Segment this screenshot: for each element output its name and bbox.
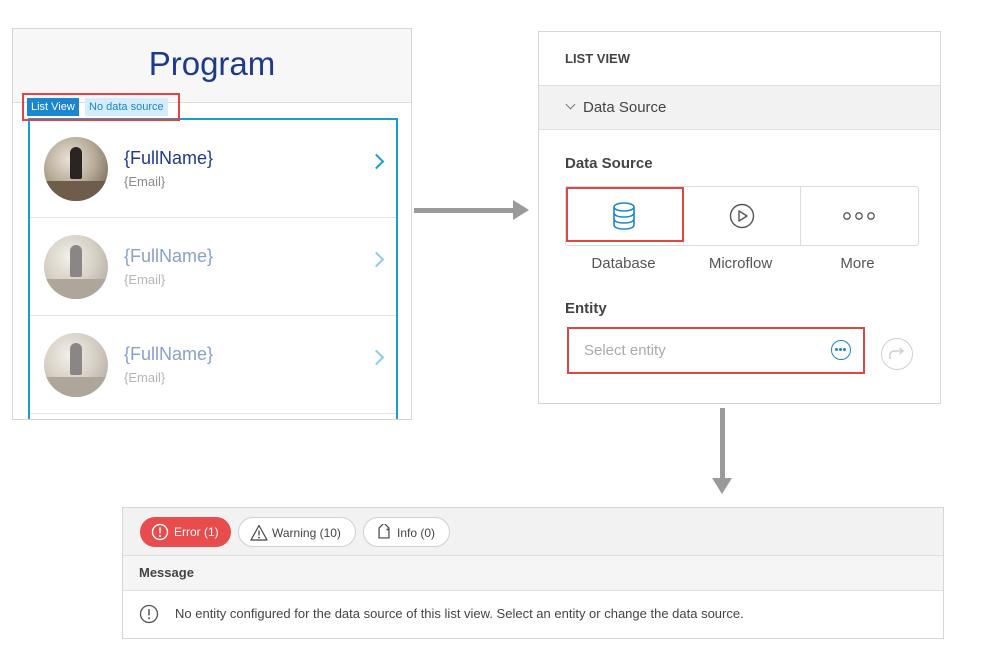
properties-panel: LIST VIEW Data Source Data Source Databa… — [538, 31, 941, 404]
microflow-option[interactable] — [683, 187, 801, 245]
errors-panel: Error (1) Warning (10) Info (0) Message — [122, 507, 944, 639]
entity-select-input[interactable]: Select entity — [567, 327, 865, 374]
go-to-arrow-icon — [889, 347, 905, 359]
warning-triangle-icon — [250, 524, 268, 541]
ellipsis-circle-icon[interactable] — [831, 340, 851, 360]
error-message-text: No entity configured for the data source… — [175, 606, 744, 621]
list-view[interactable]: {FullName} {Email} {FullName} {Email} {F… — [28, 118, 398, 419]
errors-toolbar: Error (1) Warning (10) Info (0) — [123, 508, 943, 556]
message-column-label: Message — [139, 565, 194, 580]
avatar — [44, 235, 108, 299]
flow-arrow-right — [414, 208, 514, 213]
email-text: {Email} — [124, 370, 166, 385]
more-caption: More — [840, 255, 875, 272]
chevron-right-icon — [368, 251, 385, 268]
list-item[interactable]: {FullName} {Email} — [30, 316, 396, 414]
error-row[interactable]: No entity configured for the data source… — [123, 591, 943, 637]
warning-filter-button[interactable]: Warning (10) — [238, 517, 356, 547]
email-text: {Email} — [124, 174, 166, 189]
page-preview: Program {FullName} {Email} {FullName} {E… — [12, 28, 412, 420]
full-name-text: {FullName} — [124, 246, 214, 266]
arrow-head-right-icon — [513, 200, 529, 220]
avatar — [44, 333, 108, 397]
warning-filter-label: Warning (10) — [272, 526, 341, 540]
microflow-caption: Microflow — [708, 255, 773, 272]
play-circle-icon — [729, 203, 755, 229]
more-option[interactable] — [800, 187, 918, 245]
entity-label: Entity — [565, 300, 607, 317]
panel-title: LIST VIEW — [565, 51, 630, 66]
flow-arrow-down — [720, 408, 725, 478]
data-source-label: Data Source — [565, 155, 653, 172]
chevron-right-icon — [368, 153, 385, 170]
chevron-down-icon — [565, 99, 576, 110]
info-filter-label: Info (0) — [397, 526, 436, 540]
exclamation-circle-icon — [139, 604, 159, 624]
list-item[interactable]: {FullName} {Email} — [30, 218, 396, 316]
error-filter-button[interactable]: Error (1) — [140, 517, 231, 547]
avatar — [44, 137, 108, 201]
entity-placeholder: Select entity — [584, 342, 666, 359]
full-name-text: {FullName} — [124, 148, 214, 168]
exclamation-circle-icon — [151, 523, 169, 541]
data-source-section-header[interactable]: Data Source — [539, 85, 940, 130]
list-item[interactable]: {FullName} {Email} — [30, 120, 396, 218]
database-caption: Database — [591, 255, 656, 272]
arrow-head-down-icon — [712, 478, 732, 494]
page-title: Program — [148, 45, 276, 82]
message-column-header[interactable]: Message — [123, 556, 943, 591]
page-header: Program — [13, 29, 411, 103]
section-label: Data Source — [583, 99, 667, 116]
selected-option-highlight — [566, 187, 684, 242]
error-filter-label: Error (1) — [174, 525, 219, 539]
full-name-text: {FullName} — [124, 344, 214, 364]
ellipsis-icon — [843, 212, 875, 220]
info-tag-icon — [378, 524, 390, 539]
info-filter-button[interactable]: Info (0) — [363, 517, 450, 547]
chevron-right-icon — [368, 349, 385, 366]
email-text: {Email} — [124, 272, 166, 287]
highlight-box — [22, 93, 180, 121]
go-to-entity-button[interactable] — [881, 338, 913, 370]
